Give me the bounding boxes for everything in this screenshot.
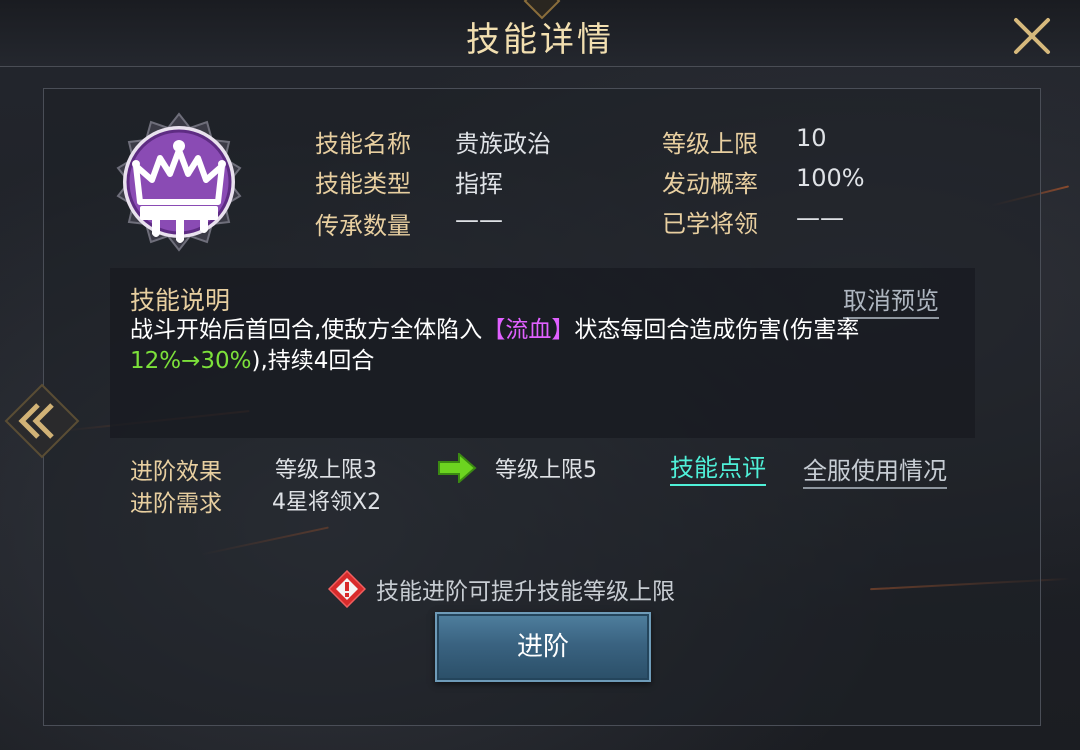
trigger-rate-label: 发动概率	[662, 170, 758, 198]
close-icon	[1014, 18, 1050, 54]
advance-effect-to: 等级上限5	[495, 458, 597, 483]
title-bar: 技能详情	[0, 0, 1080, 67]
description-text: 战斗开始后首回合,使敌方全体陷入【流血】状态每回合造成伤害(伤害率 12%→30%…	[130, 315, 955, 377]
inherit-count-value: ——	[455, 206, 503, 234]
skill-type-value: 指挥	[455, 170, 503, 198]
server-usage-link[interactable]: 全服使用情况	[803, 451, 947, 489]
previous-button[interactable]	[4, 383, 80, 459]
level-cap-value: 10	[796, 124, 827, 152]
description-title: 技能说明	[130, 286, 231, 315]
crown-icon	[116, 112, 242, 252]
skill-emblem	[108, 112, 250, 254]
warning-icon	[327, 569, 367, 609]
double-chevron-left-icon	[4, 383, 80, 459]
skill-name-label: 技能名称	[315, 130, 411, 158]
learned-generals-label: 已学将领	[662, 210, 758, 238]
advance-effect-label: 进阶效果	[130, 459, 222, 485]
advance-button[interactable]: 进阶	[435, 612, 651, 682]
cancel-preview-link[interactable]: 取消预览	[843, 281, 939, 319]
level-cap-label: 等级上限	[662, 130, 758, 158]
advance-requirement-label: 进阶需求	[130, 491, 222, 517]
trigger-rate-value: 100%	[796, 164, 865, 192]
learned-generals-value: ——	[796, 204, 844, 232]
status-tag: 【流血】	[482, 317, 575, 343]
description-part: 战斗开始后首回合,使敌方全体陷入	[130, 317, 483, 343]
damage-rate: 12%→30%	[130, 348, 252, 374]
warning-text: 技能进阶可提升技能等级上限	[376, 579, 675, 605]
description-part: 状态每回合造成伤害(伤害率	[574, 317, 860, 343]
advance-effect-from: 等级上限3	[275, 458, 377, 483]
skill-review-link[interactable]: 技能点评	[670, 448, 766, 486]
description-part: ),持续4回合	[251, 348, 375, 374]
page-title: 技能详情	[466, 20, 614, 60]
skill-name-value: 贵族政治	[455, 130, 551, 158]
close-button[interactable]	[1010, 14, 1054, 58]
inherit-count-label: 传承数量	[315, 212, 411, 240]
advance-requirement-value: 4星将领X2	[272, 490, 382, 515]
skill-type-label: 技能类型	[315, 170, 411, 198]
arrow-right-icon	[437, 451, 477, 485]
